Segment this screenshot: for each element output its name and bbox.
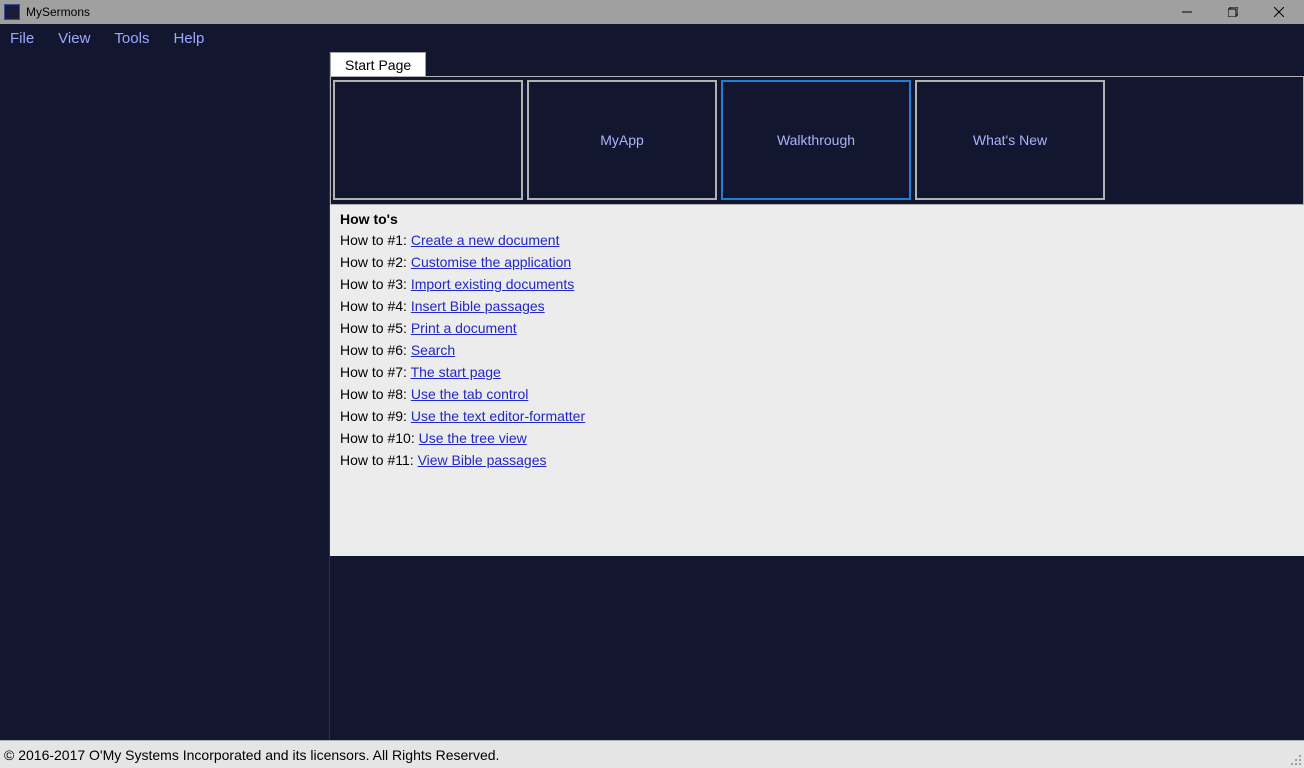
- maximize-icon: [1228, 7, 1238, 17]
- card-walkthrough[interactable]: Walkthrough: [721, 80, 911, 200]
- howto-link-use-tree-view[interactable]: Use the tree view: [419, 430, 527, 446]
- howto-item-label: How to #9:: [340, 408, 411, 424]
- minimize-button[interactable]: [1164, 0, 1210, 24]
- howto-item: How to #8: Use the tab control: [340, 383, 1294, 405]
- card-myapp[interactable]: MyApp: [527, 80, 717, 200]
- menu-bar: File View Tools Help: [0, 24, 1304, 52]
- sidebar: [0, 52, 330, 740]
- howto-item-label: How to #7:: [340, 364, 411, 380]
- howto-item-label: How to #5:: [340, 320, 411, 336]
- resize-grip[interactable]: [1290, 754, 1302, 766]
- howto-item-label: How to #3:: [340, 276, 411, 292]
- menu-help[interactable]: Help: [173, 30, 204, 47]
- howto-item: How to #2: Customise the application: [340, 251, 1294, 273]
- howto-item-label: How to #11:: [340, 452, 418, 468]
- card-label: MyApp: [600, 132, 644, 148]
- howto-link-use-tab-control[interactable]: Use the tab control: [411, 386, 529, 402]
- howto-item-label: How to #1:: [340, 232, 411, 248]
- window-title: MySermons: [26, 5, 90, 19]
- howto-item: How to #5: Print a document: [340, 317, 1294, 339]
- status-bar: © 2016-2017 O'My Systems Incorporated an…: [0, 740, 1304, 768]
- howto-link-insert-bible-passages[interactable]: Insert Bible passages: [411, 298, 545, 314]
- howto-link-create-document[interactable]: Create a new document: [411, 232, 560, 248]
- howto-item: How to #3: Import existing documents: [340, 273, 1294, 295]
- tab-start-page[interactable]: Start Page: [330, 52, 426, 76]
- cards-row: MyApp Walkthrough What's New: [330, 76, 1304, 204]
- card-label: Walkthrough: [777, 132, 855, 148]
- howto-item: How to #4: Insert Bible passages: [340, 295, 1294, 317]
- howto-item-label: How to #6:: [340, 342, 411, 358]
- howto-item-label: How to #2:: [340, 254, 411, 270]
- howto-link-view-bible-passages[interactable]: View Bible passages: [418, 452, 547, 468]
- howto-item: How to #1: Create a new document: [340, 229, 1294, 251]
- howto-list: How to #1: Create a new document How to …: [330, 229, 1304, 477]
- main-area: Start Page MyApp Walkthrough What's New …: [0, 52, 1304, 740]
- title-bar: MySermons: [0, 0, 1304, 24]
- howto-panel: How to's How to #1: Create a new documen…: [330, 204, 1304, 556]
- window-controls: [1164, 0, 1302, 24]
- card-blank[interactable]: [333, 80, 523, 200]
- howto-item-label: How to #8:: [340, 386, 411, 402]
- maximize-button[interactable]: [1210, 0, 1256, 24]
- howto-item: How to #7: The start page: [340, 361, 1294, 383]
- tab-label: Start Page: [345, 57, 411, 73]
- howto-item: How to #9: Use the text editor-formatter: [340, 405, 1294, 427]
- howto-link-import-documents[interactable]: Import existing documents: [411, 276, 574, 292]
- howto-link-search[interactable]: Search: [411, 342, 455, 358]
- howto-header: How to's: [330, 205, 1304, 229]
- tab-row: Start Page: [330, 52, 1304, 76]
- howto-item: How to #6: Search: [340, 339, 1294, 361]
- menu-view[interactable]: View: [58, 30, 90, 47]
- howto-item: How to #11: View Bible passages: [340, 449, 1294, 471]
- howto-item: How to #10: Use the tree view: [340, 427, 1294, 449]
- app-icon: [4, 4, 20, 20]
- card-whats-new[interactable]: What's New: [915, 80, 1105, 200]
- howto-item-label: How to #4:: [340, 298, 411, 314]
- menu-tools[interactable]: Tools: [114, 30, 149, 47]
- menu-file[interactable]: File: [10, 30, 34, 47]
- card-label: What's New: [973, 132, 1047, 148]
- howto-link-start-page[interactable]: The start page: [411, 364, 501, 380]
- content-area: Start Page MyApp Walkthrough What's New …: [330, 52, 1304, 740]
- howto-link-print-document[interactable]: Print a document: [411, 320, 517, 336]
- howto-link-use-text-editor[interactable]: Use the text editor-formatter: [411, 408, 585, 424]
- resize-grip-icon: [1290, 754, 1302, 766]
- minimize-icon: [1182, 7, 1192, 17]
- content-bottom-panel: [330, 556, 1304, 740]
- howto-link-customise-application[interactable]: Customise the application: [411, 254, 571, 270]
- footer-text: © 2016-2017 O'My Systems Incorporated an…: [4, 747, 499, 763]
- close-button[interactable]: [1256, 0, 1302, 24]
- close-icon: [1274, 7, 1284, 17]
- howto-item-label: How to #10:: [340, 430, 419, 446]
